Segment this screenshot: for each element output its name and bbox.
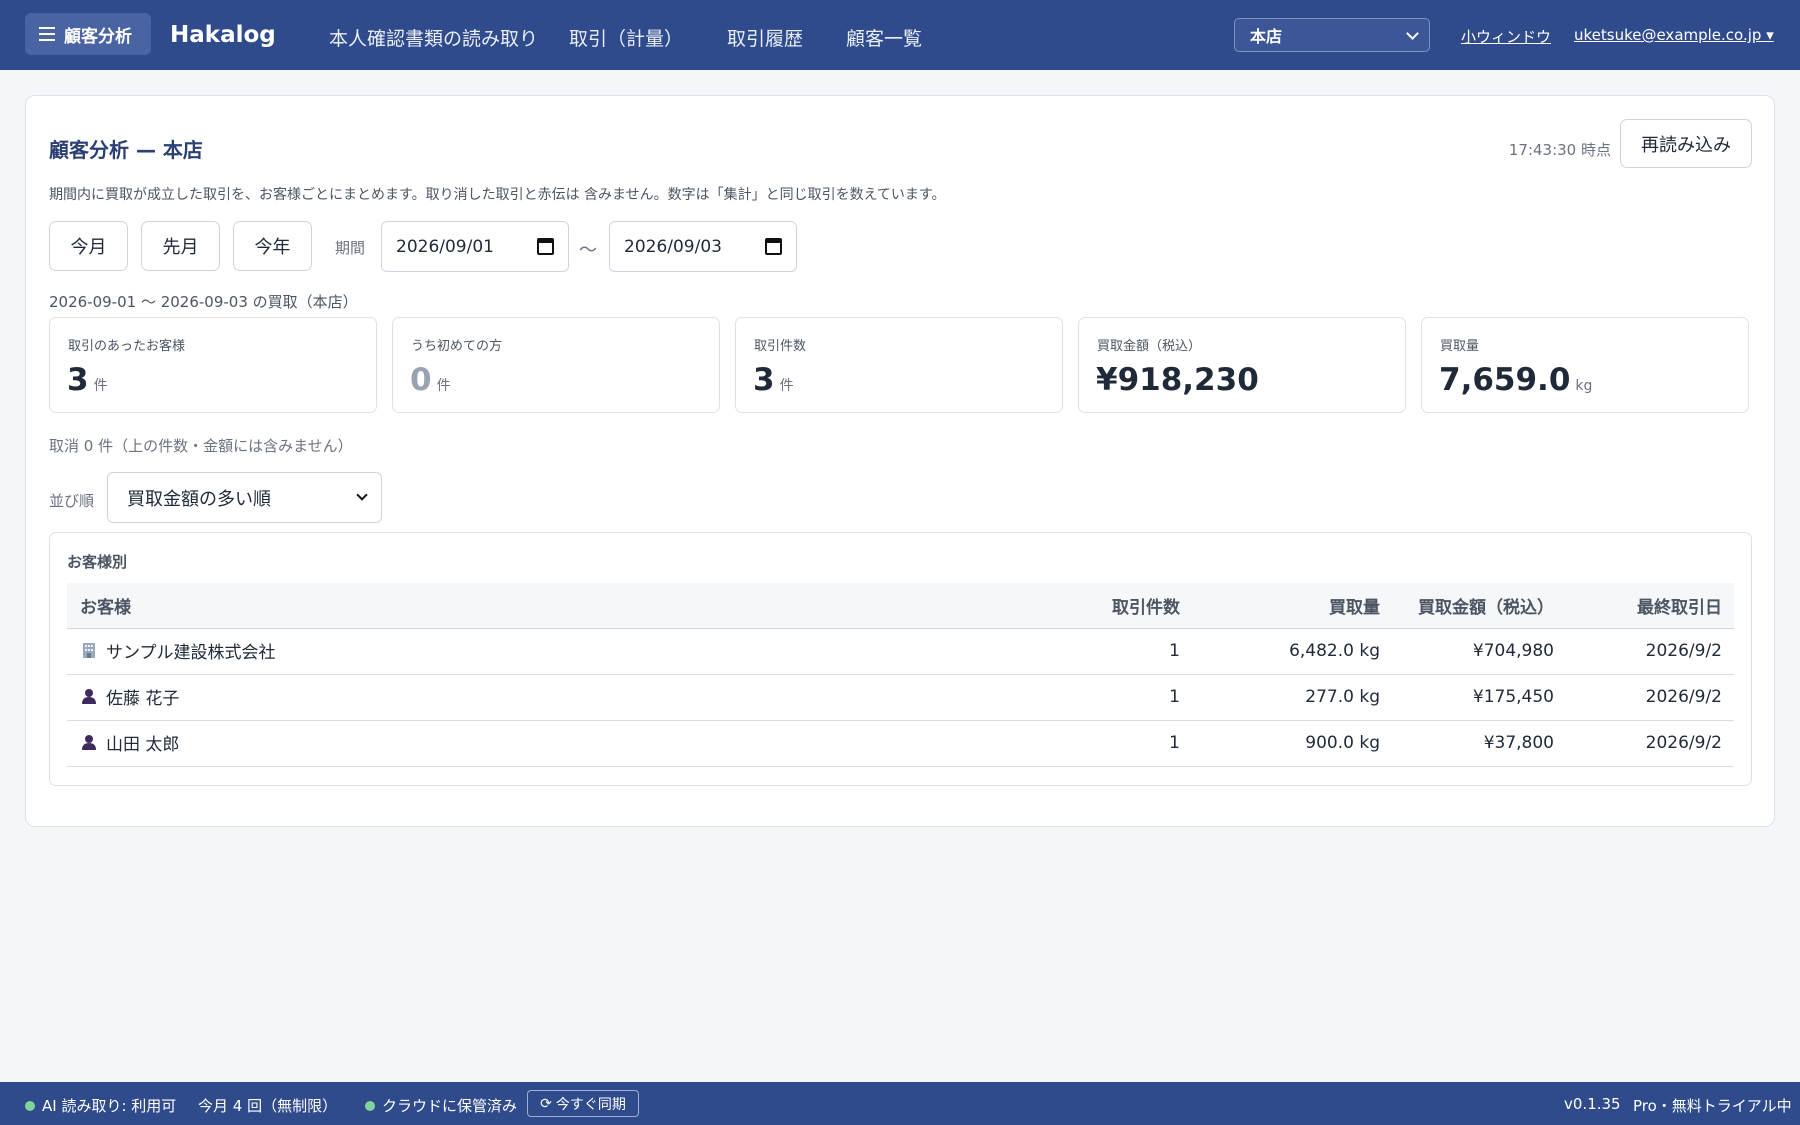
page-title: 顧客分析 — 本店 bbox=[49, 138, 203, 162]
period-label: 期間 bbox=[335, 239, 366, 257]
timestamp: 17:43:30 時点 bbox=[1508, 141, 1611, 159]
hamburger-icon bbox=[39, 27, 55, 41]
col-header-customer[interactable]: お客様 bbox=[67, 583, 1067, 629]
col-header-count[interactable]: 取引件数 bbox=[1067, 583, 1192, 629]
kpi-amount: 買取金額（税込） ¥918,230 bbox=[1078, 317, 1406, 413]
person-icon bbox=[80, 733, 98, 756]
cell-count: 1 bbox=[1067, 674, 1192, 721]
mini-window-link[interactable]: 小ウィンドウ bbox=[1461, 26, 1551, 47]
cell-amount: ¥704,980 bbox=[1392, 628, 1566, 675]
menu-label: 顧客分析 bbox=[64, 26, 132, 47]
analysis-card: 顧客分析 — 本店 17:43:30 時点 再読み込み 期間内に買取が成立した取… bbox=[25, 95, 1775, 827]
customer-name[interactable]: 山田 太郎 bbox=[106, 735, 179, 755]
building-icon bbox=[80, 641, 98, 664]
monthly-usage: 今月 4 回（無制限） bbox=[198, 1097, 338, 1115]
chevron-down-icon bbox=[356, 489, 368, 501]
sort-select-value: 買取金額の多い順 bbox=[127, 488, 271, 510]
customer-name[interactable]: 佐藤 花子 bbox=[106, 689, 179, 709]
user-menu[interactable]: uketsuke@example.co.jp ▾ bbox=[1574, 26, 1774, 44]
nav-link-id-reading[interactable]: 本人確認書類の読み取り bbox=[329, 24, 538, 51]
calendar-icon[interactable] bbox=[765, 238, 782, 255]
cell-count: 1 bbox=[1067, 720, 1192, 767]
store-select-value: 本店 bbox=[1250, 27, 1283, 46]
date-to-value: 2026/09/03 bbox=[624, 236, 722, 257]
cell-last-date: 2026/9/2 bbox=[1566, 674, 1734, 721]
kpi-label: 取引件数 bbox=[754, 339, 807, 354]
date-separator: 〜 bbox=[579, 240, 597, 261]
this-month-button[interactable]: 今月 bbox=[49, 221, 128, 271]
calendar-icon[interactable] bbox=[537, 238, 554, 255]
cancel-note: 取消 0 件（上の件数・金額には含みません） bbox=[49, 437, 353, 455]
nav-link-customers[interactable]: 顧客一覧 bbox=[846, 24, 922, 51]
brand-logo[interactable]: Hakalog bbox=[170, 22, 276, 48]
this-year-button[interactable]: 今年 bbox=[233, 221, 312, 271]
person-icon bbox=[80, 687, 98, 710]
col-header-weight[interactable]: 買取量 bbox=[1192, 583, 1392, 629]
nav-link-history[interactable]: 取引履歴 bbox=[727, 24, 803, 51]
refresh-icon: ⟳ bbox=[540, 1095, 552, 1112]
status-bar: AI 読み取り: 利用可 今月 4 回（無制限） クラウドに保管済み ⟳ 今すぐ同… bbox=[0, 1082, 1800, 1125]
plan-status[interactable]: Pro・無料トライアル中 bbox=[1633, 1095, 1792, 1116]
menu-button[interactable]: 顧客分析 bbox=[25, 13, 151, 55]
kpi-value: 3件 bbox=[67, 362, 108, 398]
col-header-last-date[interactable]: 最終取引日 bbox=[1566, 583, 1734, 629]
customer-name[interactable]: サンプル建設株式会社 bbox=[106, 643, 276, 663]
table-row[interactable]: 佐藤 花子 1 277.0 kg ¥175,450 2026/9/2 bbox=[67, 674, 1734, 721]
cell-weight: 277.0 kg bbox=[1192, 674, 1392, 721]
kpi-value: 0件 bbox=[410, 362, 451, 398]
reload-button[interactable]: 再読み込み bbox=[1620, 119, 1752, 168]
cell-last-date: 2026/9/2 bbox=[1566, 720, 1734, 767]
kpi-value: 3件 bbox=[753, 362, 794, 398]
kpi-new-customers: うち初めての方 0件 bbox=[392, 317, 720, 413]
top-nav: 顧客分析 Hakalog 本人確認書類の読み取り 取引（計量） 取引履歴 顧客一… bbox=[0, 0, 1800, 70]
sort-select[interactable]: 買取金額の多い順 bbox=[107, 472, 382, 523]
cell-weight: 6,482.0 kg bbox=[1192, 628, 1392, 675]
kpi-label: 買取金額（税込） bbox=[1097, 339, 1202, 354]
kpi-label: 取引のあったお客様 bbox=[68, 339, 186, 354]
table-row[interactable]: 山田 太郎 1 900.0 kg ¥37,800 2026/9/2 bbox=[67, 720, 1734, 767]
sort-label: 並び順 bbox=[49, 492, 95, 510]
kpi-customers: 取引のあったお客様 3件 bbox=[49, 317, 377, 413]
cell-count: 1 bbox=[1067, 628, 1192, 675]
nav-link-transaction[interactable]: 取引（計量） bbox=[569, 24, 683, 51]
table-title: お客様別 bbox=[67, 553, 128, 571]
status-dot-icon bbox=[365, 1101, 375, 1111]
cell-amount: ¥175,450 bbox=[1392, 674, 1566, 721]
date-to-input[interactable]: 2026/09/03 bbox=[609, 221, 797, 272]
cell-weight: 900.0 kg bbox=[1192, 720, 1392, 767]
chevron-down-icon bbox=[1406, 27, 1419, 40]
sync-now-button[interactable]: ⟳ 今すぐ同期 bbox=[527, 1090, 639, 1117]
cell-last-date: 2026/9/2 bbox=[1566, 628, 1734, 675]
kpi-label: うち初めての方 bbox=[411, 339, 503, 354]
store-select[interactable]: 本店 bbox=[1234, 18, 1430, 52]
kpi-value: ¥918,230 bbox=[1096, 362, 1259, 398]
version: v0.1.35 bbox=[1564, 1095, 1621, 1113]
kpi-weight: 買取量 7,659.0 kg bbox=[1421, 317, 1749, 413]
ai-status: AI 読み取り: 利用可 bbox=[25, 1095, 176, 1116]
cloud-status: クラウドに保管済み bbox=[365, 1095, 517, 1116]
kpi-value: 7,659.0 kg bbox=[1439, 362, 1593, 398]
customer-table-card: お客様別 お客様 取引件数 買取量 買取金額（税込） 最終取引日 サンプル建設株… bbox=[49, 532, 1752, 786]
kpi-transactions: 取引件数 3件 bbox=[735, 317, 1063, 413]
last-month-button[interactable]: 先月 bbox=[141, 221, 220, 271]
kpi-label: 買取量 bbox=[1440, 339, 1480, 354]
table-header-row: お客様 取引件数 買取量 買取金額（税込） 最終取引日 bbox=[67, 583, 1734, 629]
date-from-input[interactable]: 2026/09/01 bbox=[381, 221, 569, 272]
description: 期間内に買取が成立した取引を、お客様ごとにまとめます。取り消した取引と赤伝は 含… bbox=[49, 187, 946, 203]
customer-table: お客様 取引件数 買取量 買取金額（税込） 最終取引日 サンプル建設株式会社 1… bbox=[67, 583, 1734, 767]
table-row[interactable]: サンプル建設株式会社 1 6,482.0 kg ¥704,980 2026/9/… bbox=[67, 628, 1734, 675]
col-header-amount[interactable]: 買取金額（税込） bbox=[1392, 583, 1566, 629]
date-from-value: 2026/09/01 bbox=[396, 236, 494, 257]
range-caption: 2026-09-01 〜 2026-09-03 の買取（本店） bbox=[49, 293, 358, 311]
cell-amount: ¥37,800 bbox=[1392, 720, 1566, 767]
status-dot-icon bbox=[25, 1101, 35, 1111]
